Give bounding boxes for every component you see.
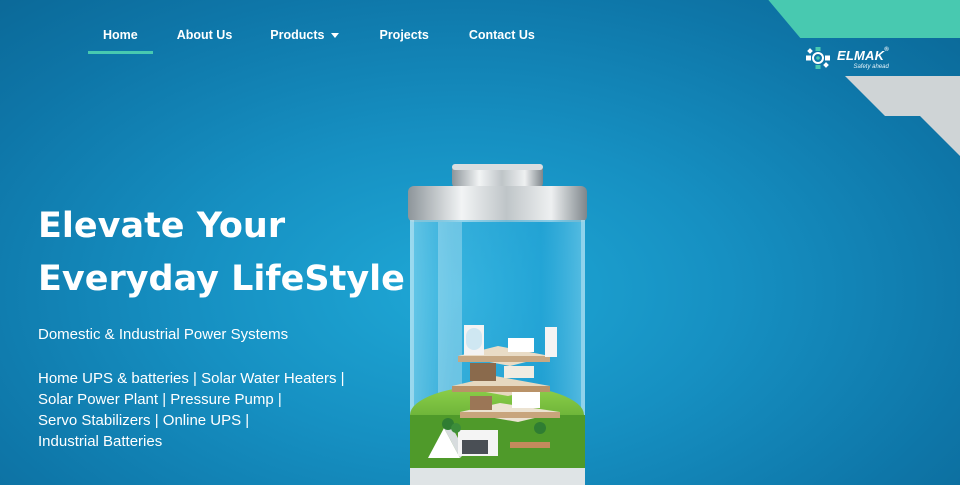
decor-stripe-grey-lower: [920, 116, 960, 164]
brand-name: ELMAK: [837, 47, 885, 63]
brand-text: ELMAK® Safety ahead: [837, 47, 889, 70]
brand-tagline: Safety ahead: [853, 63, 889, 70]
hero-title-line-2: Everyday LifeStyle: [38, 259, 405, 299]
nav-projects[interactable]: Projects: [379, 28, 428, 54]
nav-contact-us[interactable]: Contact Us: [469, 28, 535, 54]
services-line: Home UPS & batteries | Solar Water Heate…: [38, 370, 345, 387]
elmak-logo-icon: [806, 47, 830, 69]
hero-subtitle: Domestic & Industrial Power Systems: [38, 326, 289, 343]
nav-products-label: Products: [270, 28, 325, 42]
nav-about-us[interactable]: About Us: [177, 28, 233, 54]
brand-logo[interactable]: ELMAK® Safety ahead: [804, 46, 889, 70]
services-line: Solar Power Plant | Pressure Pump |: [38, 391, 282, 408]
brand-trademark: ®: [884, 46, 889, 53]
hero-title-line-1: Elevate Your: [38, 206, 286, 246]
chevron-down-icon: [331, 33, 340, 38]
battery-house-illustration: [408, 164, 587, 485]
nav-home[interactable]: Home: [88, 28, 153, 54]
decor-stripe-grey: [845, 76, 960, 116]
decor-stripe-teal: [760, 0, 960, 38]
services-line: Industrial Batteries: [38, 433, 163, 450]
main-nav: Home About Us Products Projects Contact …: [88, 28, 535, 54]
hero-services-list: Home UPS & batteries | Solar Water Heate…: [38, 368, 345, 452]
services-line: Servo Stabilizers | Online UPS |: [38, 412, 250, 429]
hero-title: Elevate Your Everyday LifeStyle: [38, 200, 418, 306]
nav-products[interactable]: Products: [270, 28, 340, 54]
